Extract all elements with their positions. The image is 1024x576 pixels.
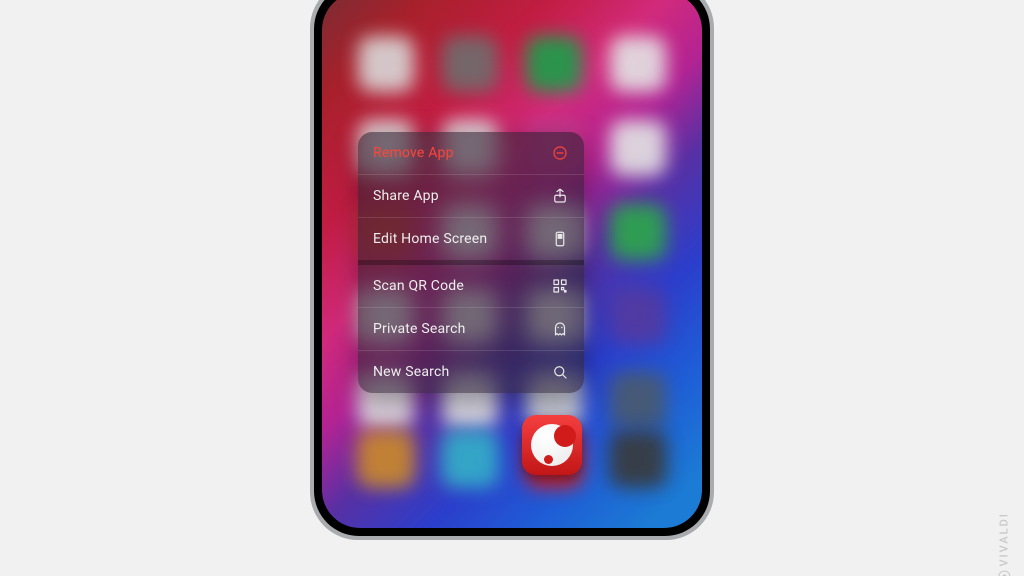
blurred-icon-row [322,430,702,488]
menu-item-remove[interactable]: Remove App [358,132,584,174]
menu-item-private[interactable]: Private Search [358,308,584,350]
minus-circle-icon [551,144,569,162]
blurred-app-icon [610,372,666,428]
blurred-app-icon [526,36,582,92]
ghost-icon [551,320,569,338]
blurred-app-icon [610,36,666,92]
menu-item-label: Edit Home Screen [373,231,487,247]
blurred-app-icon [357,430,415,488]
menu-item-edit[interactable]: Edit Home Screen [358,218,584,260]
home-screen: Remove App Share App Edit Home Screen Scan … [322,0,702,528]
phone-frame: Remove App Share App Edit Home Screen Scan … [310,0,714,540]
menu-item-search[interactable]: New Search [358,351,584,393]
search-icon [551,363,569,381]
menu-item-label: Scan QR Code [373,278,464,294]
share-icon [551,187,569,205]
menu-item-label: Share App [373,188,439,204]
qr-icon [551,277,569,295]
app-context-menu: Remove App Share App Edit Home Screen Scan … [358,132,584,393]
menu-item-label: New Search [373,364,449,380]
menu-item-label: Private Search [373,321,466,337]
blurred-app-icon [610,204,666,260]
menu-item-qr[interactable]: Scan QR Code [358,265,584,307]
blurred-app-icon [610,120,666,176]
phone-apps-icon [551,230,569,248]
vivaldi-app-icon[interactable] [522,415,582,475]
blurred-icon-row [322,36,702,92]
blurred-app-icon [358,36,414,92]
blurred-app-icon [441,430,499,488]
blurred-app-icon [610,288,666,344]
vivaldi-watermark: VIVALDI [997,512,1010,576]
blurred-app-icon [442,36,498,92]
menu-item-label: Remove App [373,145,454,161]
menu-item-share[interactable]: Share App [358,175,584,217]
blurred-app-icon [609,430,667,488]
